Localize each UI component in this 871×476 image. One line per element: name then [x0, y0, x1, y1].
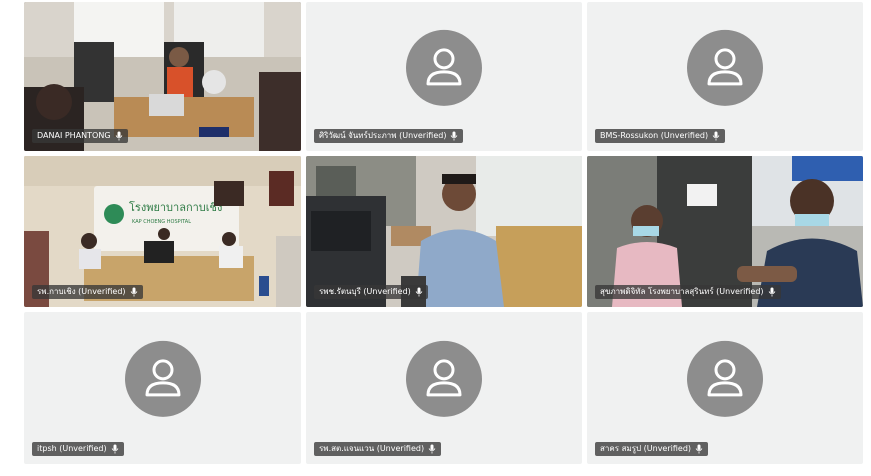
participant-tile-1[interactable]: DANAI PHANTONG	[24, 2, 301, 151]
microphone-muted-icon	[451, 131, 458, 141]
participant-name-label: สุขภาพดิจิทัล โรงพยาบาลสุรินทร์ (Unverif…	[595, 285, 781, 299]
microphone-muted-icon	[712, 131, 720, 141]
participant-tile-4[interactable]: โรงพยาบาลกาบเชิง KAP CHOENG HOSPITAL รพ.…	[24, 156, 301, 307]
hospital-sign-subtext: KAP CHOENG HOSPITAL	[132, 219, 191, 225]
participant-name-label: รพ.กาบเชิง (Unverified)	[32, 285, 143, 299]
participant-tile-5[interactable]: รพช.รัตนบุรี (Unverified)	[306, 156, 582, 307]
participant-name-label: DANAI PHANTONG	[32, 129, 128, 143]
microphone-muted-icon	[111, 444, 118, 454]
microphone-muted-icon	[415, 287, 423, 297]
person-icon	[406, 29, 482, 106]
participant-tile-2[interactable]: ศิริวัฒน์ จันทร์ประภาพ (Unverified)	[306, 2, 582, 151]
person-icon	[687, 29, 763, 106]
hospital-sign-text: โรงพยาบาลกาบเชิง	[129, 200, 222, 214]
video-grid: DANAI PHANTONG ศิริวัฒน์ จันทร์ประภาพ (U…	[0, 0, 871, 476]
person-icon	[406, 340, 482, 417]
participant-name-label: รพ.สต.แจนแวน (Unverified)	[314, 442, 442, 456]
person-icon	[687, 340, 763, 417]
microphone-muted-icon	[115, 131, 122, 141]
participant-name-label: สาคร สมรูป (Unverified)	[595, 442, 709, 456]
participant-tile-9[interactable]: สาคร สมรูป (Unverified)	[587, 312, 863, 464]
participant-tile-7[interactable]: itpsh (Unverified)	[24, 312, 301, 464]
participant-name-label: ศิริวัฒน์ จันทร์ประภาพ (Unverified)	[314, 129, 464, 143]
participant-tile-8[interactable]: รพ.สต.แจนแวน (Unverified)	[306, 312, 582, 464]
participant-name-label: itpsh (Unverified)	[32, 442, 124, 456]
microphone-muted-icon	[768, 287, 775, 297]
participant-name-label: รพช.รัตนบุรี (Unverified)	[314, 285, 428, 299]
participant-name-label: BMS-Rossukon (Unverified)	[595, 129, 726, 143]
microphone-muted-icon	[695, 444, 703, 454]
participant-tile-6[interactable]: สุขภาพดิจิทัล โรงพยาบาลสุรินทร์ (Unverif…	[587, 156, 863, 307]
microphone-muted-icon	[428, 444, 436, 454]
participant-tile-3[interactable]: BMS-Rossukon (Unverified)	[587, 2, 863, 151]
person-icon	[124, 340, 201, 417]
microphone-muted-icon	[130, 287, 137, 297]
